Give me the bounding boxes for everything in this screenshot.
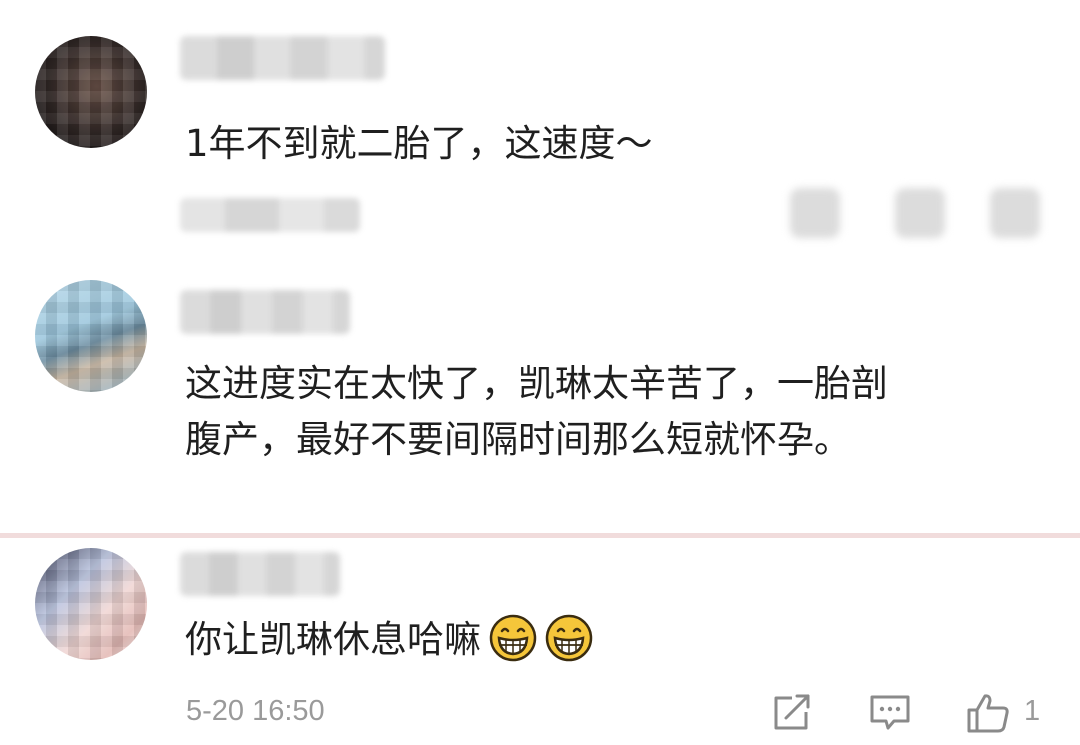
comment-text-line: 这进度实在太快了，凯琳太辛苦了，一胎剖	[185, 362, 888, 405]
grin-emoji	[545, 614, 593, 661]
share-icon[interactable]	[770, 692, 814, 732]
grin-emoji	[489, 614, 537, 661]
like-count: 1	[1024, 695, 1041, 727]
comment-text: 1年不到就二胎了，这速度～	[185, 122, 653, 165]
avatar[interactable]	[35, 548, 147, 660]
comment-feed: 1年不到就二胎了，这速度～ 这进度实在太快了，凯琳太辛苦了，一胎剖 腹产，最好不…	[0, 0, 1080, 745]
comment-text-body: 你让凯琳休息哈嘛	[185, 618, 481, 661]
timestamp-blurred	[180, 198, 360, 232]
comment-text-line: 腹产，最好不要间隔时间那么短就怀孕。	[185, 418, 851, 461]
username-blurred[interactable]	[180, 36, 385, 80]
comment-timestamp: 5-20 16:50	[186, 695, 325, 727]
comment-icon[interactable]	[895, 188, 945, 238]
avatar[interactable]	[35, 36, 147, 148]
avatar[interactable]	[35, 280, 147, 392]
comment-text: 这进度实在太快了，凯琳太辛苦了，一胎剖 腹产，最好不要间隔时间那么短就怀孕。	[185, 356, 1045, 468]
thumbs-up-icon[interactable]	[965, 692, 1011, 734]
username-blurred[interactable]	[180, 552, 340, 596]
divider	[0, 533, 1080, 538]
username-blurred[interactable]	[180, 290, 350, 334]
comment-icon[interactable]	[868, 692, 912, 732]
share-icon[interactable]	[790, 188, 840, 238]
comment-text: 你让凯琳休息哈嘛	[185, 612, 593, 668]
thumbs-up-icon[interactable]	[990, 188, 1040, 238]
